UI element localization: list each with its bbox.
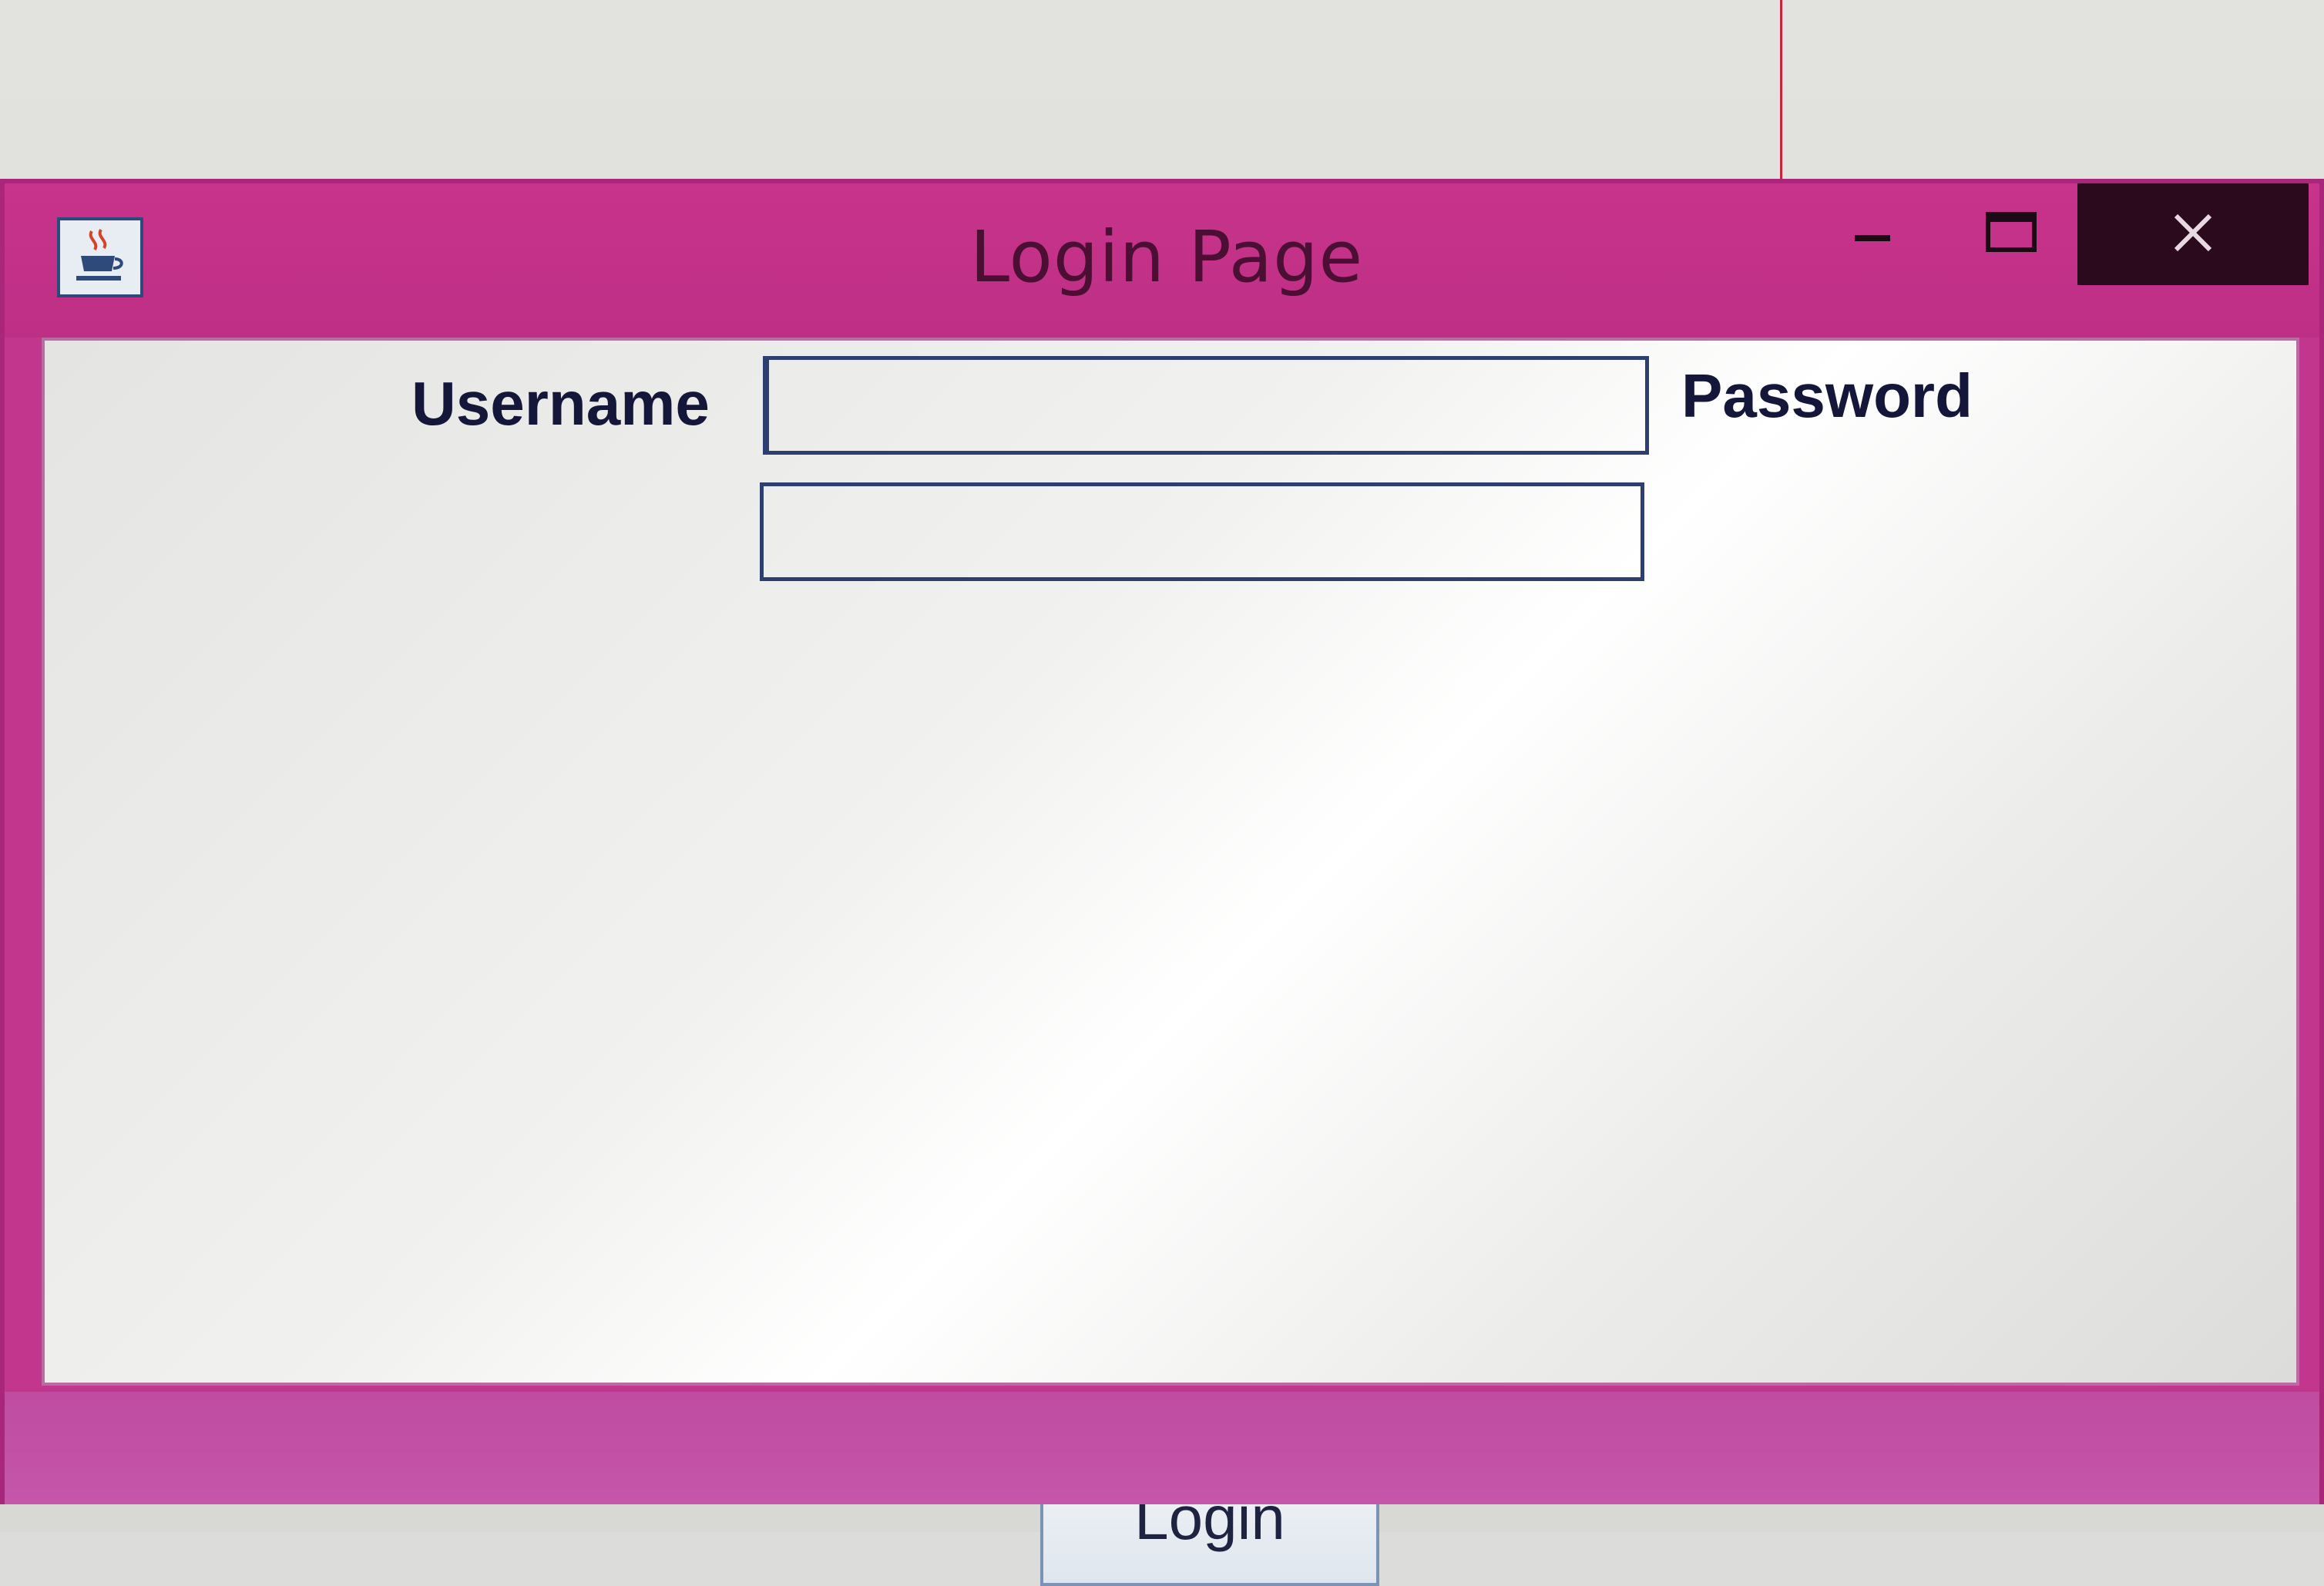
login-window: Login Page Username Password Login bbox=[0, 179, 2324, 1586]
minimize-button[interactable] bbox=[1815, 183, 1931, 285]
maximize-button[interactable] bbox=[1946, 183, 2077, 285]
password-input[interactable] bbox=[760, 482, 1644, 581]
password-label: Password bbox=[1681, 361, 1973, 430]
title-bar[interactable]: Login Page bbox=[5, 183, 2319, 338]
desktop-divider-line bbox=[1780, 0, 1782, 181]
close-icon bbox=[2168, 208, 2218, 261]
close-button[interactable] bbox=[2077, 183, 2309, 285]
username-label: Username bbox=[411, 369, 710, 438]
window-bottom-border bbox=[5, 1392, 2319, 1504]
minimize-icon bbox=[1850, 221, 1896, 248]
login-form-panel: Username Password Login bbox=[42, 338, 2299, 1586]
maximize-icon bbox=[1985, 210, 2039, 260]
username-input[interactable] bbox=[763, 356, 1649, 455]
